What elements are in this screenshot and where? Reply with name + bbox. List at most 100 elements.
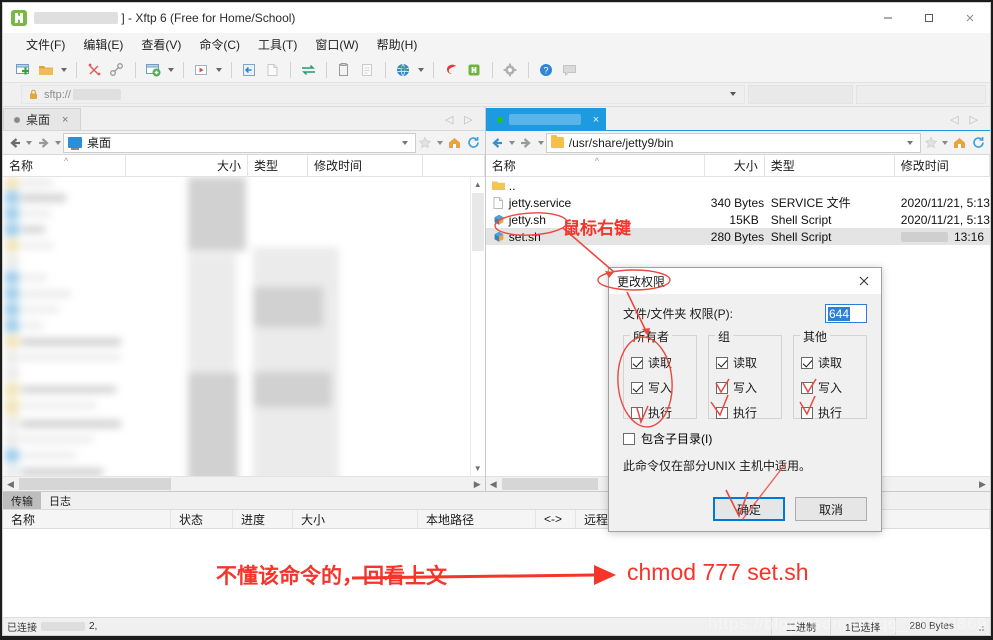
tab-next-icon[interactable]: ▷ — [464, 113, 472, 126]
maximize-button[interactable] — [908, 3, 949, 33]
remote-forward-icon[interactable] — [517, 133, 536, 153]
local-back-dropdown-icon[interactable] — [24, 133, 34, 153]
transfer-col-size[interactable]: 大小 — [293, 510, 418, 528]
link-icon[interactable] — [107, 59, 128, 80]
remote-path-dropdown-icon[interactable] — [907, 140, 913, 145]
start-transfer-dropdown-icon[interactable] — [214, 60, 224, 80]
local-scroll-down-icon[interactable]: ▼ — [471, 461, 485, 476]
new-file-transfer-dropdown-icon[interactable] — [166, 60, 176, 80]
cancel-button[interactable]: 取消 — [795, 497, 867, 521]
remote-col-modified[interactable]: 修改时间 — [895, 155, 990, 176]
transfer-col-name[interactable]: 名称 — [3, 510, 171, 528]
sftp-aux-field-1[interactable] — [748, 85, 853, 104]
copy-icon[interactable] — [334, 59, 355, 80]
menu-view[interactable]: 查看(V) — [132, 34, 190, 55]
menu-window[interactable]: 窗口(W) — [306, 34, 367, 55]
new-session-icon[interactable] — [13, 59, 34, 80]
local-back-icon[interactable] — [5, 133, 24, 153]
paste-icon[interactable] — [357, 59, 378, 80]
other-write-checkbox[interactable]: 写入 — [801, 379, 866, 396]
remote-hscroll-left-icon[interactable]: ◀ — [486, 479, 501, 490]
blank-page-icon[interactable] — [262, 59, 283, 80]
remote-tab-next-icon[interactable]: ▷ — [970, 113, 978, 126]
other-read-checkbox[interactable]: 读取 — [801, 354, 866, 371]
other-execute-checkbox[interactable]: 执行 — [801, 404, 866, 421]
local-hscroll-thumb[interactable] — [19, 478, 171, 490]
xftp-icon[interactable] — [464, 59, 485, 80]
remote-back-dropdown-icon[interactable] — [507, 133, 517, 153]
local-vertical-scrollbar[interactable]: ▲ ▼ — [469, 177, 485, 476]
local-hscroll-right-icon[interactable]: ▶ — [470, 479, 485, 490]
local-bookmark-dropdown-icon[interactable] — [435, 133, 445, 153]
start-transfer-icon[interactable] — [191, 59, 212, 80]
local-col-modified[interactable]: 修改时间 — [308, 155, 423, 176]
ok-button[interactable]: 确定 — [713, 497, 785, 521]
local-scroll-up-icon[interactable]: ▲ — [471, 177, 485, 192]
tab-prev-icon[interactable]: ◁ — [445, 113, 453, 126]
xshell-icon[interactable] — [441, 59, 462, 80]
local-scroll-thumb[interactable] — [471, 193, 484, 251]
table-row[interactable]: .. — [486, 177, 990, 194]
remote-refresh-icon[interactable] — [969, 133, 988, 153]
transfer-col-direction[interactable]: <-> — [536, 510, 576, 528]
menu-file[interactable]: 文件(F) — [17, 34, 74, 55]
remote-col-type[interactable]: 类型 — [765, 155, 895, 176]
permission-value-input[interactable]: 644 — [825, 304, 867, 323]
settings-gear-icon[interactable] — [500, 59, 521, 80]
remote-back-icon[interactable] — [488, 133, 507, 153]
remote-home-icon[interactable] — [950, 133, 969, 153]
owner-execute-checkbox[interactable]: 执行 — [631, 404, 696, 421]
globe-dropdown-icon[interactable] — [416, 60, 426, 80]
remote-tab-close-icon[interactable]: × — [593, 114, 599, 126]
globe-icon[interactable] — [393, 59, 414, 80]
tab-transfer[interactable]: 传输 — [3, 492, 41, 509]
sync-browse-icon[interactable] — [239, 59, 260, 80]
local-col-name[interactable]: 名称 ^ — [3, 155, 126, 176]
remote-path-input[interactable]: /usr/share/jetty9/bin — [545, 132, 921, 153]
remote-col-size[interactable]: 大小 — [705, 155, 765, 176]
disconnect-icon[interactable] — [84, 59, 105, 80]
tab-log[interactable]: 日志 — [41, 492, 79, 509]
table-row[interactable]: jetty.service 340 Bytes SERVICE 文件 2020/… — [486, 194, 990, 211]
local-rows[interactable]: ▲ ▼ — [3, 177, 485, 476]
dialog-close-icon[interactable] — [847, 268, 881, 294]
transfer-arrows-icon[interactable] — [298, 59, 319, 80]
local-tab-close-icon[interactable]: × — [62, 114, 68, 126]
minimize-button[interactable] — [867, 3, 908, 33]
group-execute-checkbox[interactable]: 执行 — [716, 404, 781, 421]
local-path-input[interactable]: 桌面 — [63, 132, 416, 153]
transfer-col-progress[interactable]: 进度 — [233, 510, 293, 528]
group-write-checkbox[interactable]: 写入 — [716, 379, 781, 396]
menu-tools[interactable]: 工具(T) — [249, 34, 306, 55]
sftp-dropdown-icon[interactable] — [730, 92, 736, 96]
remote-hscroll-thumb[interactable] — [501, 478, 598, 490]
local-home-icon[interactable] — [445, 133, 464, 153]
local-hscroll-left-icon[interactable]: ◀ — [3, 479, 18, 490]
group-read-checkbox[interactable]: 读取 — [716, 354, 781, 371]
table-row[interactable]: jetty.sh 15KB Shell Script 2020/11/21, 5… — [486, 211, 990, 228]
local-refresh-icon[interactable] — [464, 133, 483, 153]
sftp-address-input[interactable]: sftp:// — [21, 85, 745, 104]
close-button[interactable] — [949, 3, 990, 33]
menu-command[interactable]: 命令(C) — [190, 34, 249, 55]
sftp-aux-field-2[interactable] — [856, 85, 986, 104]
table-row-selected[interactable]: set.sh 280 Bytes Shell Script 13:16 — [485, 228, 990, 245]
owner-write-checkbox[interactable]: 写入 — [631, 379, 696, 396]
transfer-col-status[interactable]: 状态 — [171, 510, 233, 528]
remote-bookmark-dropdown-icon[interactable] — [940, 133, 950, 153]
owner-read-checkbox[interactable]: 读取 — [631, 354, 696, 371]
menu-edit[interactable]: 编辑(E) — [74, 34, 132, 55]
chat-icon[interactable] — [559, 59, 580, 80]
local-horizontal-scrollbar[interactable]: ◀ ▶ — [3, 476, 485, 491]
local-col-type[interactable]: 类型 — [248, 155, 308, 176]
menu-help[interactable]: 帮助(H) — [368, 34, 427, 55]
help-icon[interactable]: ? — [536, 59, 557, 80]
remote-bookmark-icon[interactable] — [921, 133, 940, 153]
remote-tab-prev-icon[interactable]: ◁ — [950, 113, 958, 126]
remote-forward-dropdown-icon[interactable] — [536, 133, 546, 153]
transfer-col-localpath[interactable]: 本地路径 — [418, 510, 536, 528]
local-forward-icon[interactable] — [34, 133, 53, 153]
open-folder-icon[interactable] — [36, 59, 57, 80]
local-col-size[interactable]: 大小 — [126, 155, 248, 176]
remote-tab-session[interactable]: × — [485, 108, 607, 130]
